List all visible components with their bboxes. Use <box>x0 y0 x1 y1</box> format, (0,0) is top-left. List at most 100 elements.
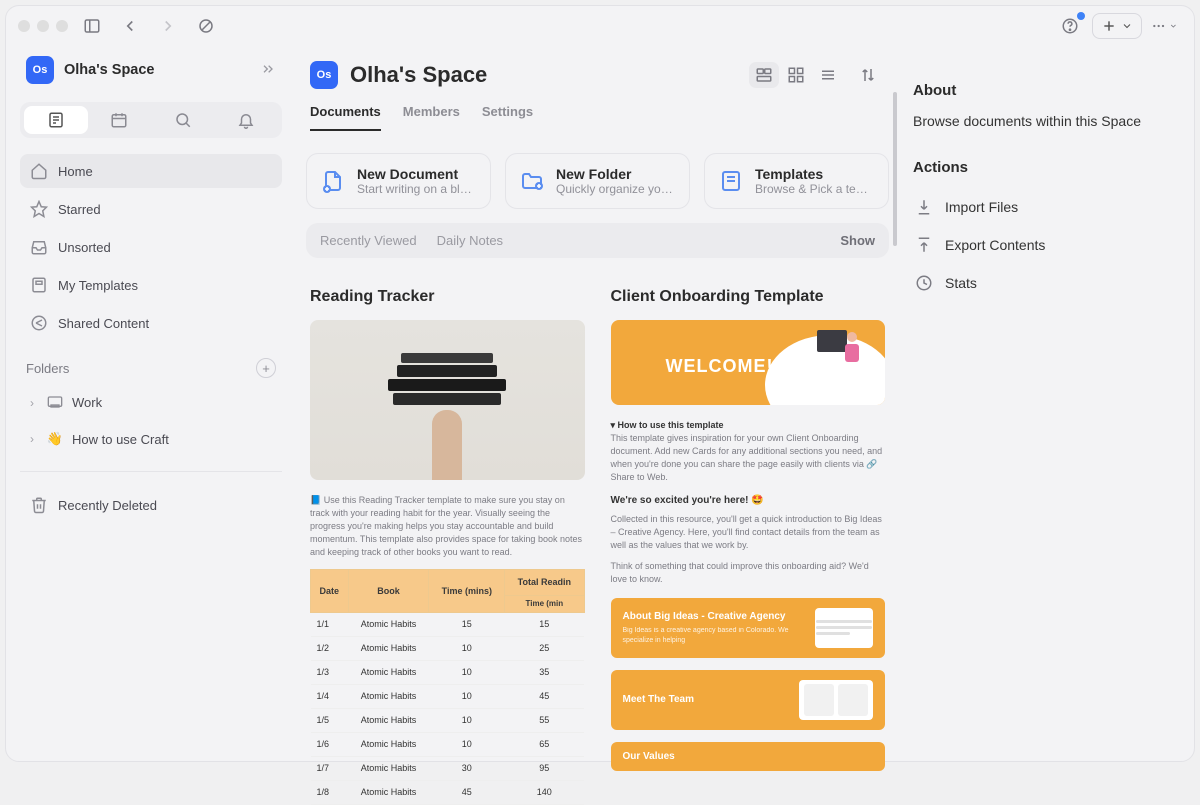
tab-members[interactable]: Members <box>403 104 460 131</box>
folder-emoji: 👋 <box>46 431 64 447</box>
titlebar <box>6 6 1194 46</box>
table-row: 1/1Atomic Habits1515 <box>311 612 585 636</box>
sidebar-seg-search-icon[interactable] <box>151 106 215 134</box>
mini-card <box>815 608 873 648</box>
sidebar-item-home[interactable]: Home <box>20 154 282 188</box>
sidebar-item-starred[interactable]: Starred <box>20 192 282 226</box>
action-import-files[interactable]: Import Files <box>913 190 1174 224</box>
onboarding-block-team: Meet The Team <box>611 670 886 730</box>
traffic-max[interactable] <box>56 20 68 32</box>
view-switcher <box>747 60 885 90</box>
ob-about-title: About Big Ideas - Creative Agency <box>623 610 804 623</box>
action-label: Import Files <box>945 199 1018 215</box>
scrollbar[interactable] <box>893 92 897 246</box>
page-title: Olha's Space <box>350 62 487 88</box>
folder-item-work[interactable]: › Work <box>20 386 282 419</box>
sidebar-item-unsorted[interactable]: Unsorted <box>20 230 282 264</box>
help-icon[interactable] <box>1056 13 1084 39</box>
more-menu-icon[interactable] <box>1150 13 1178 39</box>
share-icon <box>30 314 48 332</box>
tab-documents[interactable]: Documents <box>310 104 381 131</box>
sort-icon[interactable] <box>853 62 883 88</box>
view-grid-icon[interactable] <box>781 62 811 88</box>
window-controls[interactable] <box>18 20 68 32</box>
card-title: New Document <box>357 166 472 182</box>
filter-recently-viewed[interactable]: Recently Viewed <box>320 233 417 248</box>
view-cards-icon[interactable] <box>749 62 779 88</box>
ob-about-sub: Big Ideas is a creative agency based in … <box>623 626 804 646</box>
th-date: Date <box>311 570 349 613</box>
traffic-min[interactable] <box>37 20 49 32</box>
onboarding-intro: Collected in this resource, you'll get a… <box>611 513 886 552</box>
document-card-client-onboarding[interactable]: Client Onboarding Template WELCOME! How … <box>611 288 886 805</box>
onboarding-block-about: About Big Ideas - Creative Agency Big Id… <box>611 598 886 658</box>
new-document-icon <box>321 169 345 193</box>
reading-table: Date Book Time (mins) Total Readin Time … <box>310 569 585 805</box>
chevron-right-icon: › <box>26 432 38 446</box>
sidebar-item-label: Unsorted <box>58 240 111 255</box>
sidebar-item-label: My Templates <box>58 278 138 293</box>
sidebar-mode-segment <box>20 102 282 138</box>
nav-back-icon[interactable] <box>116 13 144 39</box>
ob-team-title: Meet The Team <box>623 693 788 706</box>
space-icon: Os <box>26 56 54 84</box>
action-stats[interactable]: Stats <box>913 266 1174 300</box>
chevron-right-icon: › <box>26 396 38 410</box>
block-icon[interactable] <box>192 13 220 39</box>
sidebar-seg-docs-icon[interactable] <box>24 106 88 134</box>
space-tabs: Documents Members Settings <box>306 90 889 131</box>
sidebar-item-trash[interactable]: Recently Deleted <box>20 488 282 522</box>
table-row: 1/8Atomic Habits45140 <box>311 781 585 805</box>
card-templates[interactable]: TemplatesBrowse & Pick a te… <box>704 153 889 209</box>
template-icon <box>30 276 48 294</box>
inbox-icon <box>30 238 48 256</box>
th-total: Total Readin <box>505 570 584 596</box>
sidebar-seg-bell-icon[interactable] <box>215 106 279 134</box>
templates-icon <box>719 169 743 193</box>
toggle-sidebar-icon[interactable] <box>78 13 106 39</box>
view-list-icon[interactable] <box>813 62 843 88</box>
action-label: Stats <box>945 275 977 291</box>
page-icon: Os <box>310 61 338 89</box>
import-icon <box>915 198 933 216</box>
folders-header: Folders + <box>26 358 276 378</box>
welcome-text: WELCOME! <box>666 356 774 377</box>
card-new-document[interactable]: New DocumentStart writing on a bl… <box>306 153 491 209</box>
action-export-contents[interactable]: Export Contents <box>913 228 1174 262</box>
traffic-close[interactable] <box>18 20 30 32</box>
sidebar-item-label: Starred <box>58 202 101 217</box>
new-folder-icon <box>520 169 544 193</box>
card-subtitle: Browse & Pick a te… <box>755 182 868 196</box>
folder-item-howto[interactable]: › 👋 How to use Craft <box>20 423 282 455</box>
sidebar-item-templates[interactable]: My Templates <box>20 268 282 302</box>
doc-cover-image <box>310 320 585 480</box>
chevron-right-icon <box>260 61 276 80</box>
filter-daily-notes[interactable]: Daily Notes <box>437 233 503 248</box>
card-title: Templates <box>755 166 868 182</box>
home-icon <box>30 162 48 180</box>
add-folder-icon[interactable]: + <box>256 358 276 378</box>
doc-cover-image: WELCOME! <box>611 320 886 405</box>
mini-card <box>799 680 873 720</box>
sidebar: Os Olha's Space <box>6 46 296 761</box>
th-time: Time (mins) <box>429 570 505 613</box>
tab-settings[interactable]: Settings <box>482 104 533 131</box>
filter-show[interactable]: Show <box>840 233 875 248</box>
table-row: 1/7Atomic Habits3095 <box>311 757 585 781</box>
table-row: 1/6Atomic Habits1065 <box>311 733 585 757</box>
rpanel-about-desc: Browse documents within this Space <box>913 113 1174 129</box>
page-header: Os Olha's Space <box>306 60 889 90</box>
doc-title: Client Onboarding Template <box>611 288 886 306</box>
card-title: New Folder <box>556 166 673 182</box>
table-row: 1/4Atomic Habits1045 <box>311 685 585 709</box>
space-switcher[interactable]: Os Olha's Space <box>20 50 282 90</box>
table-row: 1/5Atomic Habits1055 <box>311 709 585 733</box>
card-subtitle: Quickly organize yo… <box>556 182 673 196</box>
star-icon <box>30 200 48 218</box>
card-new-folder[interactable]: New FolderQuickly organize yo… <box>505 153 690 209</box>
new-button[interactable] <box>1092 13 1142 39</box>
app-window: Os Olha's Space <box>5 5 1195 762</box>
sidebar-seg-calendar-icon[interactable] <box>88 106 152 134</box>
document-card-reading-tracker[interactable]: Reading Tracker 📘 Use this Reading Track… <box>310 288 585 805</box>
sidebar-item-shared[interactable]: Shared Content <box>20 306 282 340</box>
